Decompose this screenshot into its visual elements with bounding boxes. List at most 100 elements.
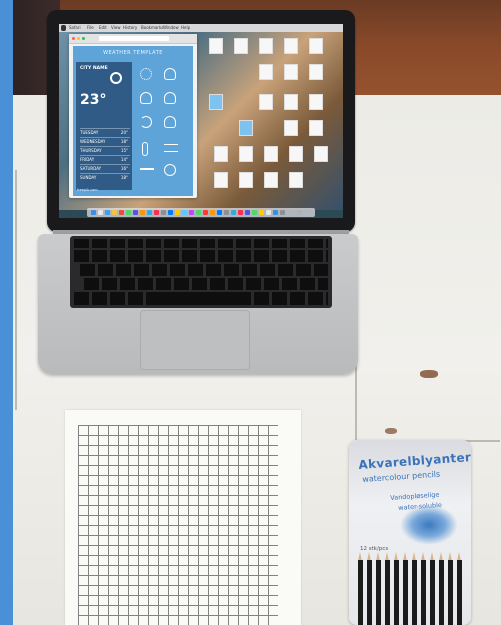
file-icon[interactable] bbox=[234, 38, 248, 54]
file-icon[interactable] bbox=[309, 120, 323, 136]
safari-icon[interactable] bbox=[105, 210, 110, 215]
menu-item-window[interactable]: Window bbox=[163, 24, 179, 32]
app-icon[interactable] bbox=[168, 210, 173, 215]
menu-item-file[interactable]: File bbox=[87, 24, 94, 32]
app-icon[interactable] bbox=[252, 210, 257, 215]
file-icon[interactable] bbox=[284, 64, 298, 80]
app-icon[interactable] bbox=[161, 210, 166, 215]
app-icon[interactable] bbox=[119, 210, 124, 215]
wind-icon bbox=[140, 168, 154, 170]
forecast-row: THURSDAY 15° bbox=[80, 146, 130, 155]
app-icon[interactable] bbox=[203, 210, 208, 215]
file-icon[interactable] bbox=[264, 172, 278, 188]
key-row[interactable] bbox=[74, 250, 328, 262]
file-icon[interactable] bbox=[314, 146, 328, 162]
file-icon[interactable] bbox=[284, 38, 298, 54]
menu-item-edit[interactable]: Edit bbox=[99, 24, 107, 32]
maximize-icon[interactable] bbox=[82, 37, 85, 40]
file-icon[interactable] bbox=[214, 146, 228, 162]
app-icon[interactable] bbox=[189, 210, 194, 215]
app-icon[interactable] bbox=[196, 210, 201, 215]
day-name: WEDNESDAY bbox=[80, 139, 106, 144]
key-row[interactable] bbox=[84, 278, 328, 290]
moon-icon bbox=[140, 116, 152, 128]
file-icon[interactable] bbox=[284, 120, 298, 136]
app-icon[interactable] bbox=[112, 210, 117, 215]
app-icon[interactable] bbox=[238, 210, 243, 215]
browser-window[interactable]: WEATHER TEMPLATE CITY NAME 23° TUESDAY 20… bbox=[69, 34, 197, 198]
app-icon[interactable] bbox=[231, 210, 236, 215]
folder-icon[interactable] bbox=[209, 94, 223, 110]
app-icon[interactable] bbox=[224, 210, 229, 215]
app-icon[interactable] bbox=[147, 210, 152, 215]
address-bar[interactable] bbox=[99, 36, 169, 41]
file-icon[interactable] bbox=[239, 146, 253, 162]
finder-icon[interactable] bbox=[91, 210, 96, 215]
graph-grid bbox=[78, 425, 278, 625]
watercolor-splash bbox=[400, 505, 458, 545]
day-temp: 18° bbox=[120, 175, 128, 180]
file-icon[interactable] bbox=[239, 172, 253, 188]
spacebar[interactable] bbox=[160, 292, 250, 305]
file-icon[interactable] bbox=[259, 64, 273, 80]
app-icon[interactable] bbox=[273, 210, 278, 215]
app-icon[interactable] bbox=[280, 210, 285, 215]
menu-item-app[interactable]: Safari bbox=[69, 24, 81, 32]
file-icon[interactable] bbox=[309, 64, 323, 80]
app-icon[interactable] bbox=[133, 210, 138, 215]
menu-item-view[interactable]: View bbox=[111, 24, 121, 32]
credit-text: freepik.com bbox=[77, 188, 98, 192]
forecast-row: SATURDAY 16° bbox=[80, 164, 130, 173]
minimize-icon[interactable] bbox=[77, 37, 80, 40]
file-icon[interactable] bbox=[284, 94, 298, 110]
pencil bbox=[457, 560, 462, 625]
file-icon[interactable] bbox=[264, 146, 278, 162]
paint-chip bbox=[385, 428, 397, 434]
laptop-screen: Safari File Edit View History Bookmarks … bbox=[59, 24, 343, 218]
file-icon[interactable] bbox=[289, 172, 303, 188]
pencil bbox=[394, 560, 399, 625]
file-icon[interactable] bbox=[309, 94, 323, 110]
app-icon[interactable] bbox=[182, 210, 187, 215]
app-icon[interactable] bbox=[245, 210, 250, 215]
file-icon[interactable] bbox=[259, 38, 273, 54]
app-icon[interactable] bbox=[266, 210, 271, 215]
app-icon[interactable] bbox=[175, 210, 180, 215]
file-icon[interactable] bbox=[259, 94, 273, 110]
weather-icons-panel bbox=[134, 62, 190, 190]
page-title: WEATHER TEMPLATE bbox=[103, 50, 163, 56]
key-row[interactable] bbox=[80, 264, 328, 276]
day-name: FRIDAY bbox=[80, 157, 95, 162]
folder-icon[interactable] bbox=[239, 120, 253, 136]
file-icon[interactable] bbox=[209, 38, 223, 54]
forecast-row: WEDNESDAY 18° bbox=[80, 137, 130, 146]
file-icon[interactable] bbox=[214, 172, 228, 188]
app-icon[interactable] bbox=[259, 210, 264, 215]
pencil bbox=[376, 560, 381, 625]
pencil bbox=[403, 560, 408, 625]
app-icon[interactable] bbox=[210, 210, 215, 215]
apple-icon[interactable] bbox=[61, 25, 66, 31]
weather-template: WEATHER TEMPLATE CITY NAME 23° TUESDAY 20… bbox=[73, 46, 193, 196]
app-icon[interactable] bbox=[126, 210, 131, 215]
day-temp: 20° bbox=[120, 130, 128, 135]
keyboard[interactable] bbox=[70, 236, 332, 308]
trash-icon[interactable] bbox=[297, 210, 302, 215]
menu-item-history[interactable]: History bbox=[123, 24, 137, 32]
file-icon[interactable] bbox=[289, 146, 303, 162]
close-icon[interactable] bbox=[72, 37, 75, 40]
pencil bbox=[412, 560, 417, 625]
trackpad[interactable] bbox=[140, 310, 250, 370]
app-icon[interactable] bbox=[154, 210, 159, 215]
menu-item-help[interactable]: Help bbox=[181, 24, 190, 32]
app-icon[interactable] bbox=[217, 210, 222, 215]
thermometer-icon bbox=[142, 142, 148, 156]
day-name: THURSDAY bbox=[80, 148, 102, 153]
menu-bar: Safari File Edit View History Bookmarks … bbox=[59, 24, 343, 32]
key-row[interactable] bbox=[74, 239, 328, 248]
app-icon[interactable] bbox=[140, 210, 145, 215]
dock bbox=[87, 208, 315, 217]
app-icon[interactable] bbox=[98, 210, 103, 215]
file-icon[interactable] bbox=[309, 38, 323, 54]
menu-item-bookmarks[interactable]: Bookmarks bbox=[141, 24, 163, 32]
